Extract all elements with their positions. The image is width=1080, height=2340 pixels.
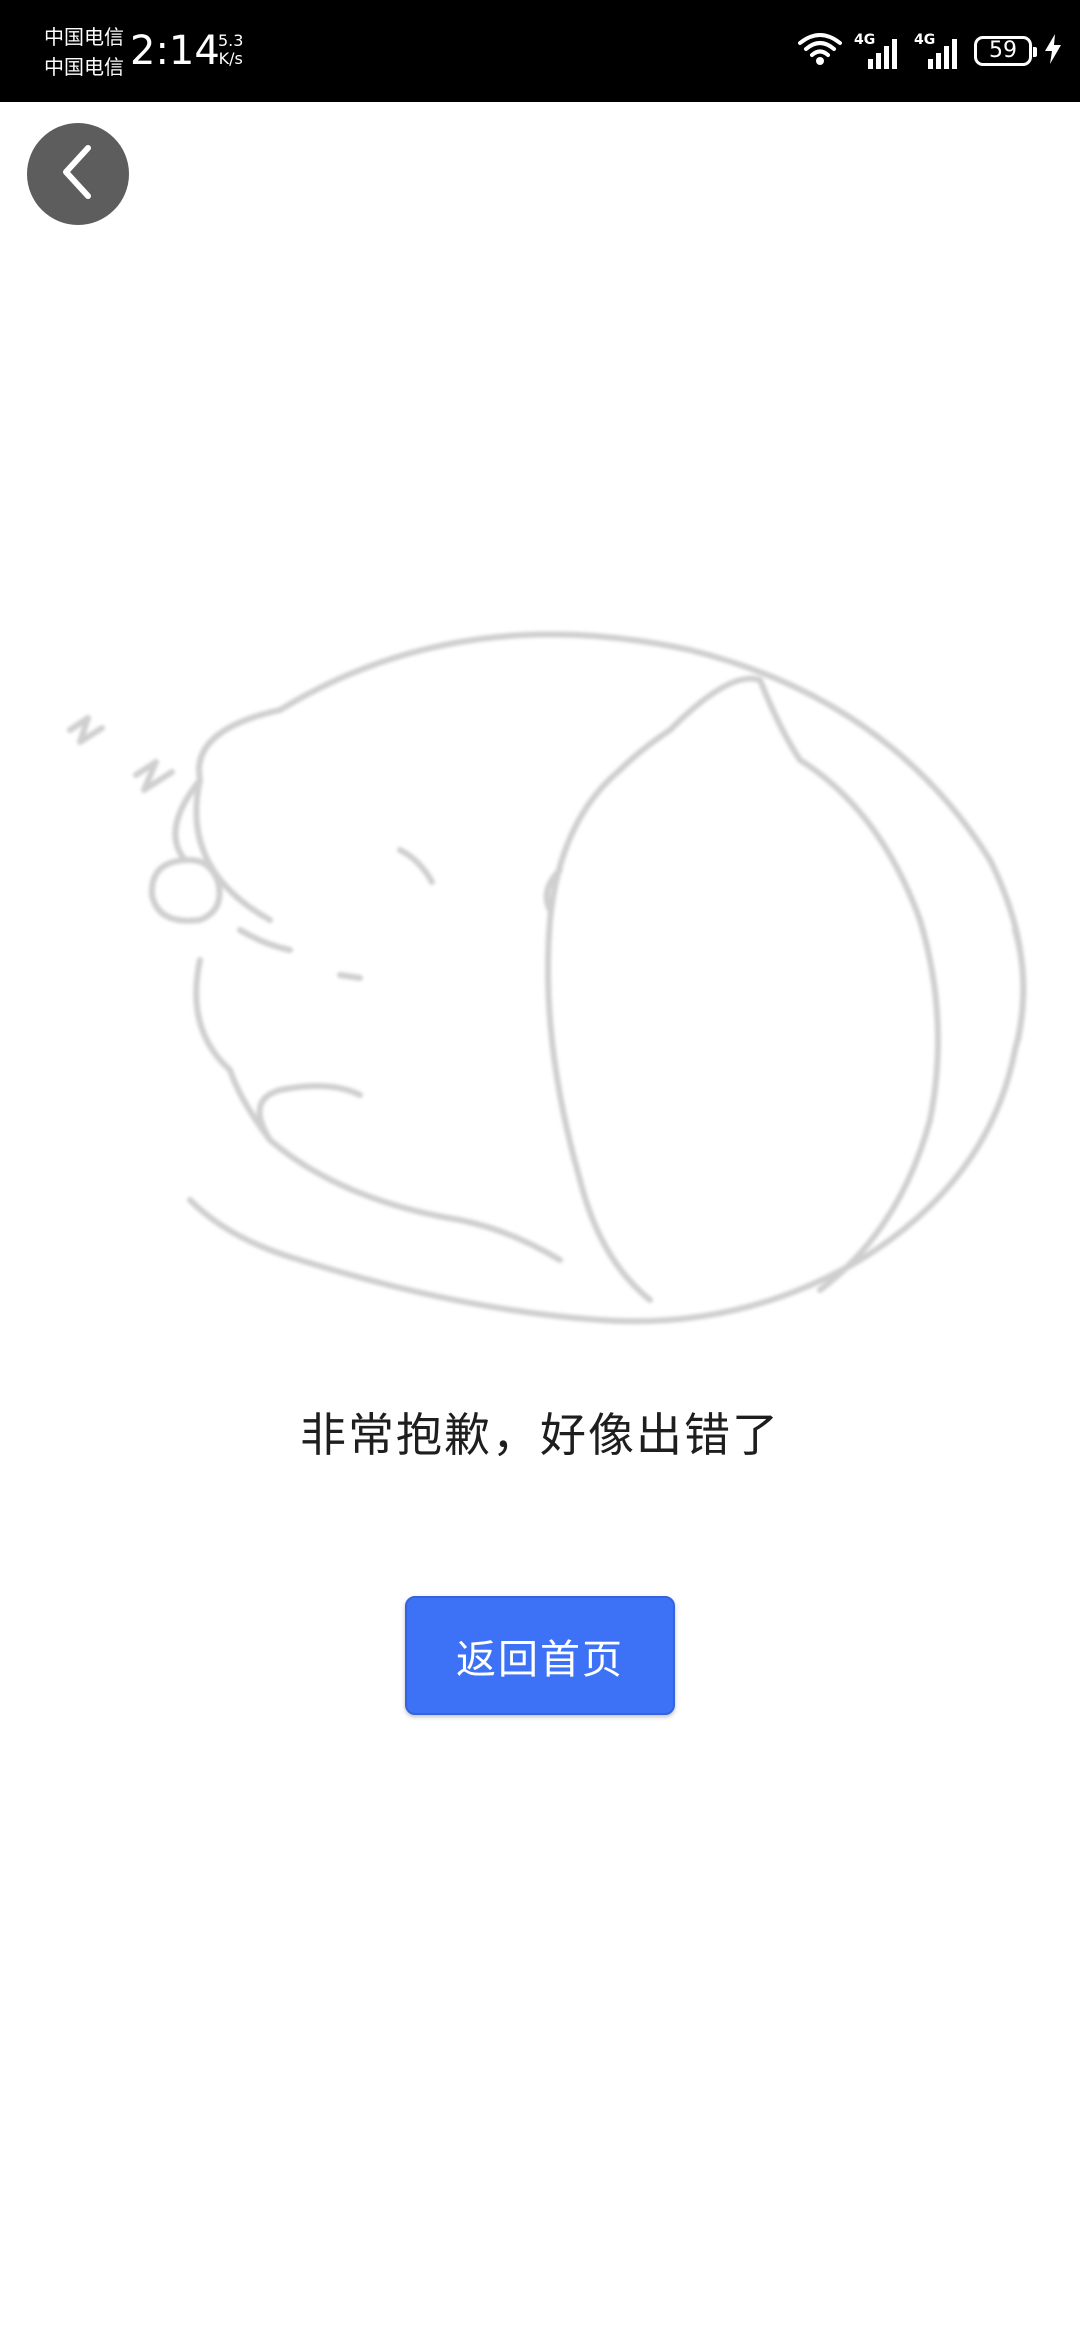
status-time: 2:14: [130, 28, 220, 74]
charging-icon: [1044, 34, 1062, 68]
error-message: 非常抱歉，好像出错了: [300, 1408, 780, 1462]
signal-icon: 4G: [854, 31, 902, 71]
chevron-left-icon: [58, 142, 98, 206]
network-speed: 5.3 K/s: [218, 32, 243, 68]
sleeping-cat-illustration: [40, 620, 1040, 1350]
carrier-label-1: 中国电信: [44, 25, 124, 49]
status-icons: 4G 4G 59: [798, 28, 1062, 74]
battery-level: 59: [989, 38, 1017, 63]
status-bar: 中国电信 中国电信 2:14 5.3 K/s 4G 4G 59: [0, 0, 1080, 102]
battery-icon: 59: [974, 36, 1037, 66]
signal-icon: 4G: [914, 31, 962, 71]
network-speed-unit: K/s: [218, 49, 243, 68]
carrier-label-2: 中国电信: [44, 55, 124, 79]
wifi-icon: [798, 31, 842, 71]
back-button[interactable]: [27, 123, 129, 225]
return-home-button[interactable]: 返回首页: [405, 1596, 675, 1715]
carrier-labels: 中国电信 中国电信: [44, 22, 124, 82]
network-speed-value: 5.3: [218, 31, 244, 50]
